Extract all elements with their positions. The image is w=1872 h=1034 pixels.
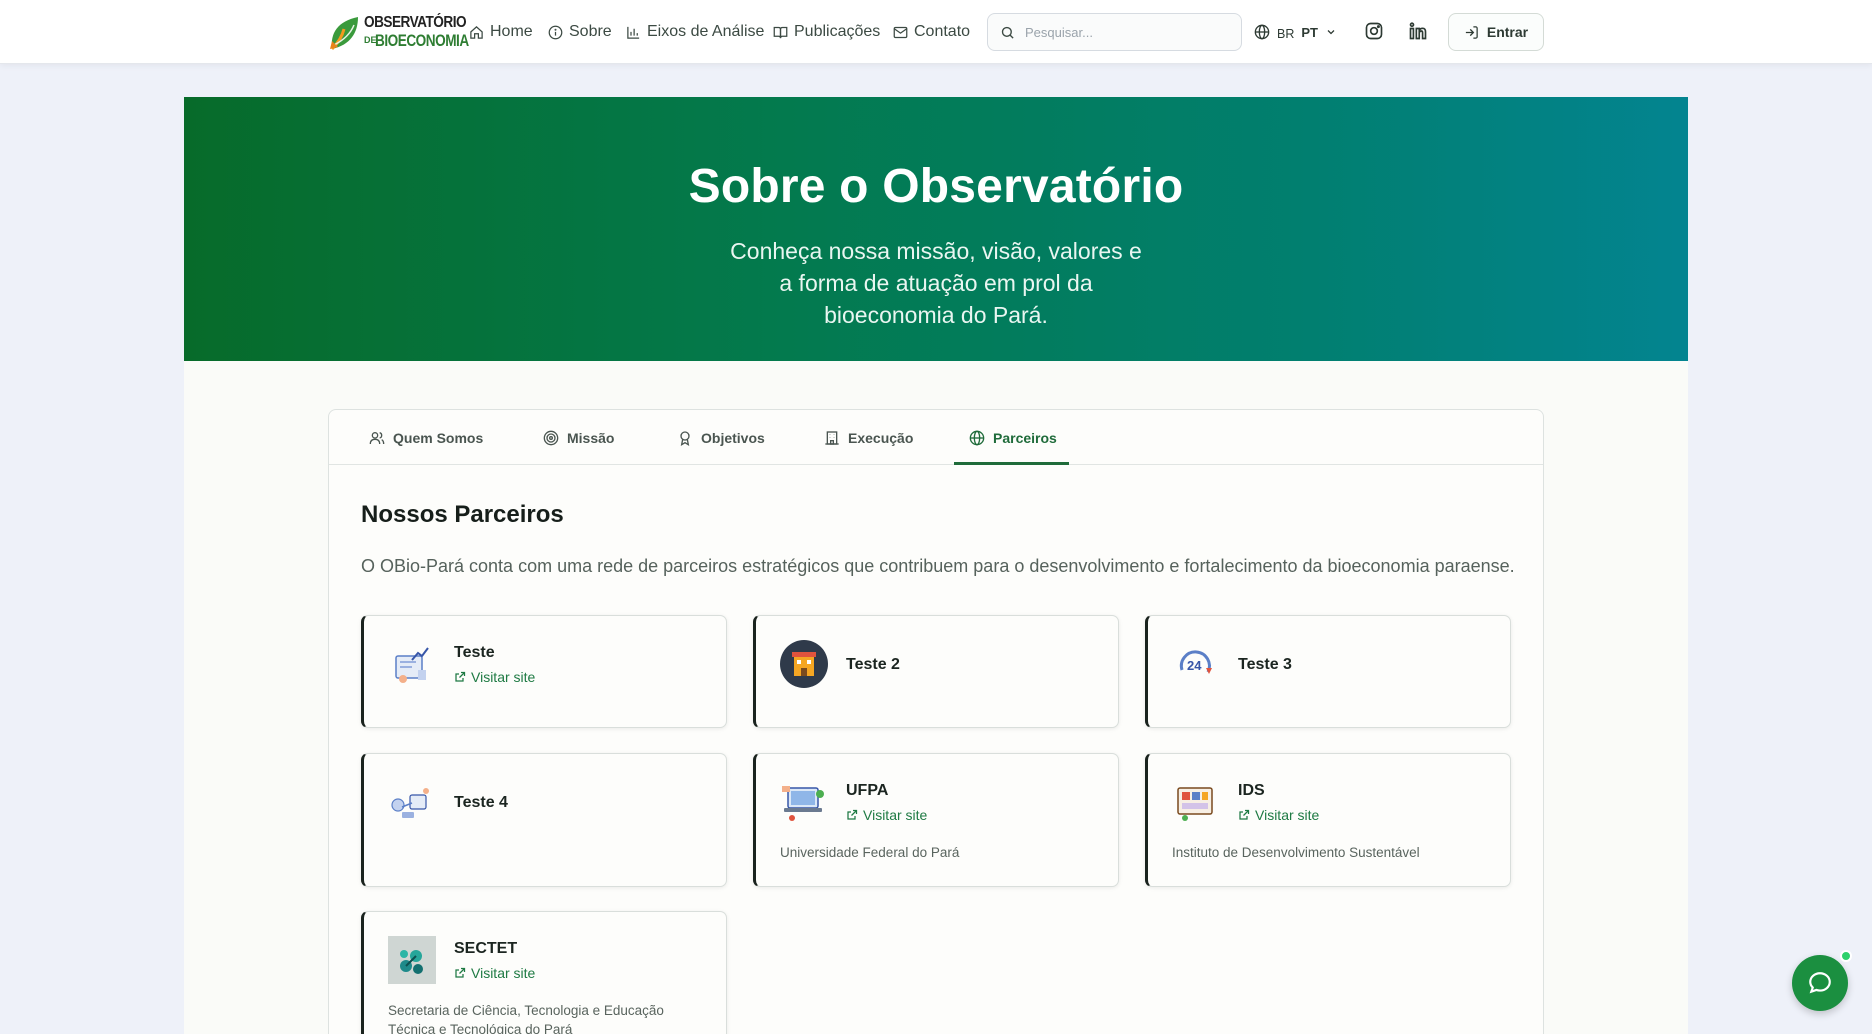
visit-site-link[interactable]: Visitar site — [1238, 807, 1319, 823]
page-title: Sobre o Observatório — [688, 160, 1184, 213]
tab-bar: Quem Somos Missão Objetivos Execução Par… — [329, 410, 1543, 465]
bar-chart-icon — [627, 26, 640, 39]
partner-logo-teste-3: 24 — [1179, 650, 1212, 674]
search-input[interactable] — [1025, 24, 1225, 40]
visit-site-label: Visitar site — [863, 807, 928, 823]
external-link-icon — [1239, 809, 1250, 820]
instagram-icon[interactable] — [1364, 21, 1384, 41]
hero-banner: Sobre o Observatório Conheça nossa missã… — [184, 97, 1688, 361]
nav-sobre-label: Sobre — [569, 23, 612, 40]
partner-card[interactable]: SECTET Visitar site Secretaria de Ciênci… — [361, 911, 727, 1034]
award-icon — [680, 430, 690, 446]
chevron-down-icon — [1327, 30, 1335, 35]
tab-parceiros-label: Parceiros — [993, 429, 1057, 446]
book-icon — [773, 26, 788, 38]
svg-text:24: 24 — [1187, 658, 1202, 673]
nav-publicacoes-label: Publicações — [794, 23, 881, 40]
visit-site-link[interactable]: Visitar site — [846, 807, 927, 823]
section-description: O OBio-Pará conta com uma rede de parcei… — [361, 556, 1515, 576]
tab-objetivos[interactable]: Objetivos — [677, 410, 765, 465]
partner-card[interactable]: 24 Teste 3 — [1145, 615, 1511, 728]
search-box[interactable] — [987, 13, 1242, 51]
partner-logo-teste — [395, 647, 429, 683]
search-icon — [1001, 26, 1014, 39]
visit-site-label: Visitar site — [471, 965, 536, 981]
active-tab-indicator — [954, 462, 1069, 465]
partner-name: Teste — [454, 644, 495, 661]
nav-publicacoes[interactable]: Publicações — [773, 0, 880, 64]
nav-home[interactable]: Home — [469, 0, 533, 64]
tab-quem-somos[interactable]: Quem Somos — [369, 410, 483, 465]
partner-logo-sectet — [388, 936, 436, 984]
tab-quem-somos-label: Quem Somos — [393, 429, 484, 446]
external-link-icon — [847, 809, 858, 820]
partner-card[interactable]: IDS Visitar site Instituto de Desenvolvi… — [1145, 753, 1511, 887]
partner-card[interactable]: UFPA Visitar site Universidade Federal d… — [753, 753, 1119, 887]
login-button[interactable]: Entrar — [1448, 13, 1544, 51]
language-code: PT — [1301, 24, 1318, 40]
log-in-icon — [1465, 25, 1478, 39]
partner-description: Instituto de Desenvolvimento Sustentável — [1172, 845, 1420, 860]
partner-name: SECTET — [454, 940, 518, 957]
globe-icon — [969, 430, 985, 445]
external-link-icon — [455, 671, 466, 682]
partner-logo-ids — [1177, 787, 1213, 821]
partner-logo-ufpa — [782, 786, 824, 821]
language-flag: BR — [1277, 26, 1295, 41]
section-title: Nossos Parceiros — [361, 501, 564, 528]
tab-execucao[interactable]: Execução — [824, 410, 913, 465]
nav-eixos[interactable]: Eixos de Análise — [626, 0, 764, 64]
partner-name: IDS — [1238, 782, 1265, 799]
visit-site-link[interactable]: Visitar site — [454, 669, 535, 685]
visit-site-label: Visitar site — [471, 669, 536, 685]
partner-card[interactable]: Teste Visitar site — [361, 615, 727, 728]
partner-card[interactable]: Teste 2 — [753, 615, 1119, 728]
partner-description: Universidade Federal do Pará — [780, 845, 960, 860]
mail-icon — [893, 26, 908, 38]
partner-name: UFPA — [846, 782, 889, 799]
home-icon — [470, 25, 483, 39]
partner-card[interactable]: Teste 4 — [361, 753, 727, 887]
partner-logo-teste-4 — [391, 788, 429, 818]
partner-description: Secretaria de Ciência, Tecnologia e Educ… — [388, 1003, 664, 1034]
globe-icon — [1254, 24, 1270, 40]
about-panel: Quem Somos Missão Objetivos Execução Par… — [328, 409, 1544, 1034]
logo-text-line2: BIOECONOMIA — [375, 31, 469, 50]
nav-sobre[interactable]: Sobre — [548, 0, 612, 64]
partner-logo-teste-2 — [780, 640, 828, 688]
partner-name: Teste 4 — [454, 794, 508, 811]
visit-site-label: Visitar site — [1255, 807, 1320, 823]
tab-objetivos-label: Objetivos — [701, 429, 765, 446]
target-icon — [543, 430, 559, 445]
visit-site-link[interactable]: Visitar site — [454, 965, 535, 981]
partner-name: Teste 2 — [846, 656, 900, 673]
chat-button[interactable] — [1792, 955, 1848, 1011]
nav-contato-label: Contato — [914, 23, 971, 40]
tab-missao[interactable]: Missão — [543, 410, 614, 465]
page-subtitle: Conheça nossa missão, visão, valores e a… — [730, 238, 1142, 328]
chat-online-indicator — [1840, 950, 1852, 962]
partner-name: Teste 3 — [1238, 656, 1292, 673]
login-label: Entrar — [1486, 24, 1529, 40]
nav-home-label: Home — [490, 23, 533, 40]
info-icon — [548, 25, 563, 39]
linkedin-icon[interactable] — [1408, 21, 1428, 41]
building-icon — [825, 430, 839, 445]
logo-text-line1: OBSERVATÓRIO — [364, 14, 467, 31]
tab-execucao-label: Execução — [848, 429, 914, 446]
language-selector[interactable]: BR PT — [1254, 0, 1337, 64]
chat-bubble-icon — [1809, 972, 1831, 994]
nav-contato[interactable]: Contato — [893, 0, 970, 64]
nav-eixos-label: Eixos de Análise — [647, 23, 765, 40]
tab-missao-label: Missão — [567, 429, 615, 446]
tab-parceiros[interactable]: Parceiros — [969, 410, 1057, 465]
site-logo[interactable]: OBSERVATÓRIO DE BIOECONOMIA — [328, 13, 469, 53]
users-icon — [369, 431, 385, 444]
leaf-logo-icon — [330, 17, 358, 51]
external-link-icon — [455, 967, 466, 978]
top-navigation-bar: OBSERVATÓRIO DE BIOECONOMIA Home Sobre E… — [0, 0, 1872, 64]
